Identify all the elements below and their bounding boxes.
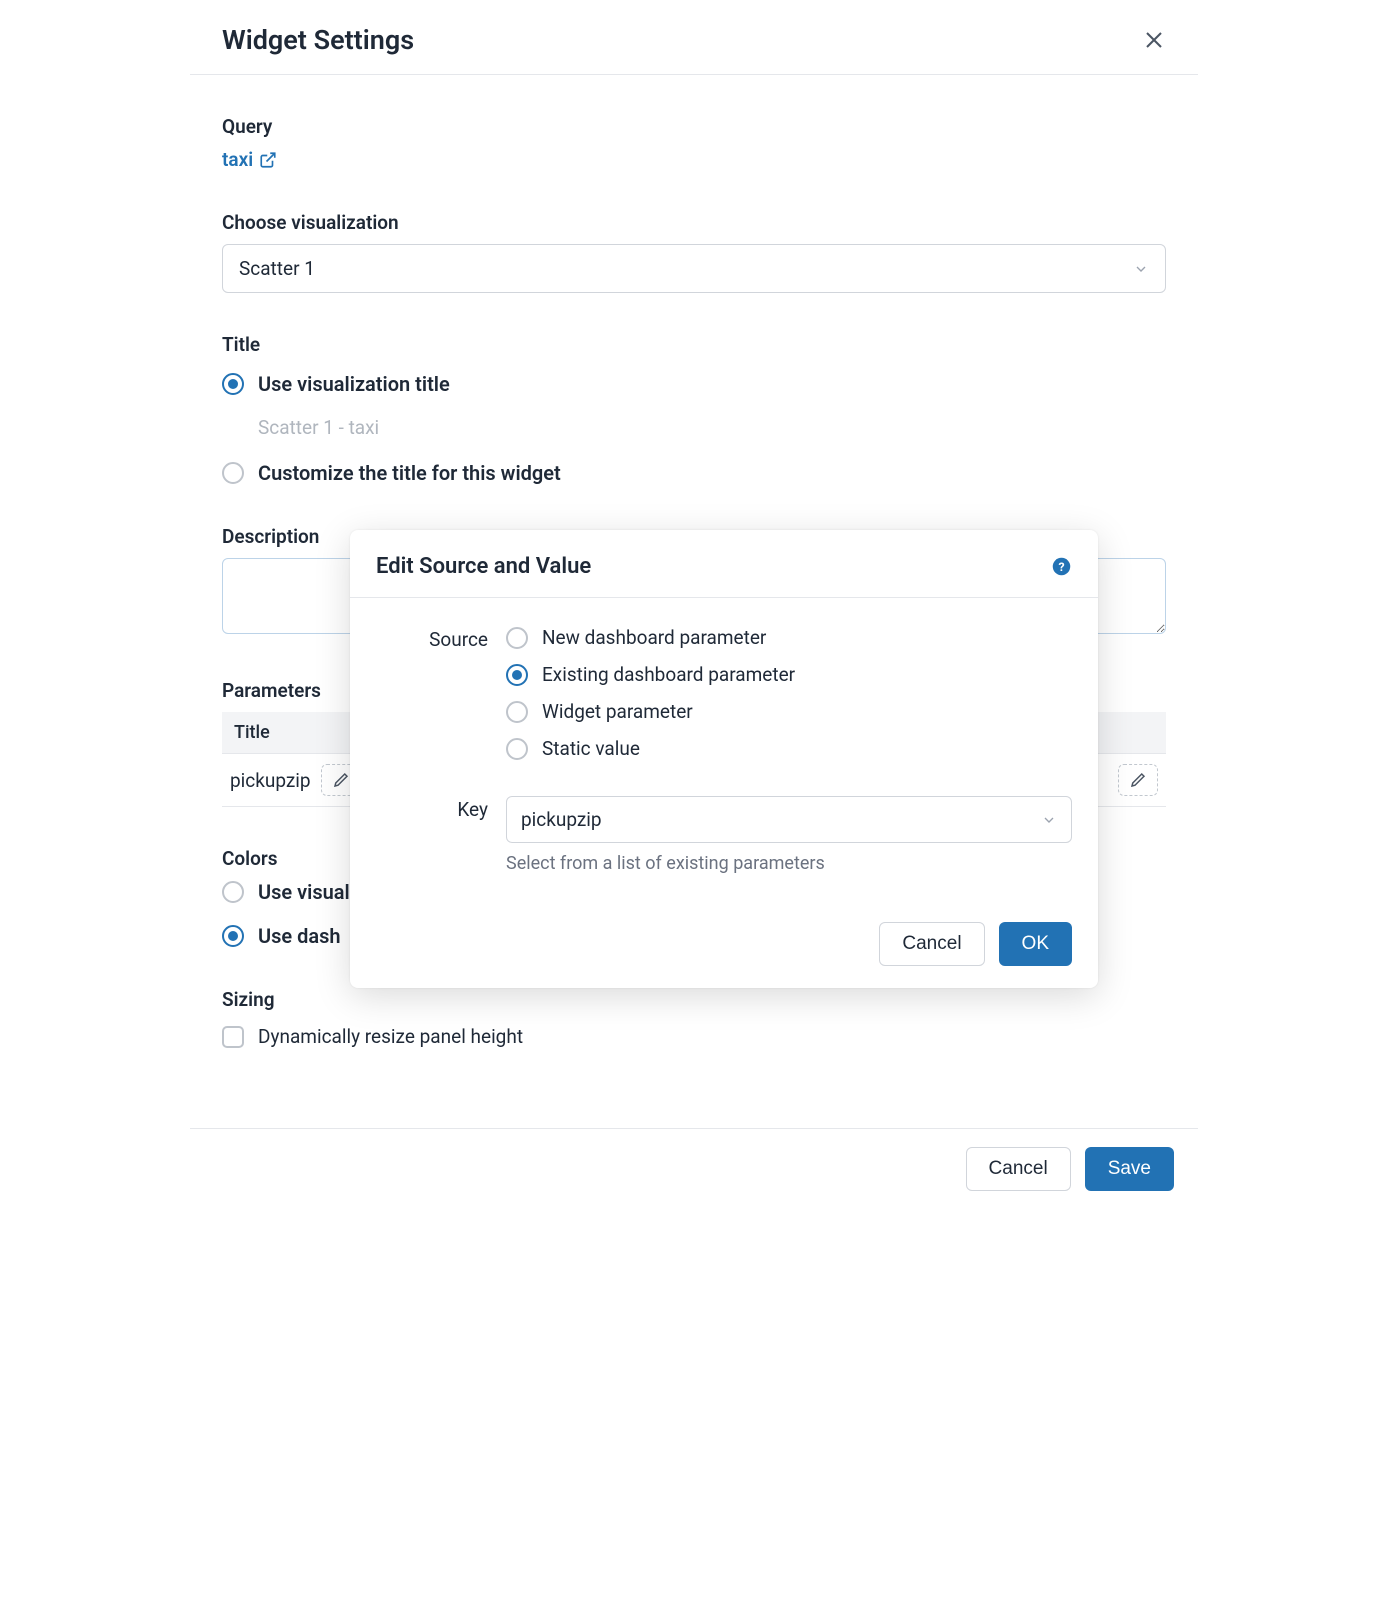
radio-customize-title-label: Customize the title for this widget	[258, 461, 561, 485]
dynamic-resize-label: Dynamically resize panel height	[258, 1025, 523, 1048]
svg-text:?: ?	[1058, 560, 1064, 574]
radio-source-static[interactable]	[506, 738, 528, 760]
modal-ok-button[interactable]: OK	[999, 922, 1072, 966]
radio-customize-title[interactable]	[222, 462, 244, 484]
radio-source-existing-label: Existing dashboard parameter	[542, 663, 795, 686]
derived-title: Scatter 1 - taxi	[258, 416, 1166, 439]
source-label: Source	[376, 626, 506, 774]
sizing-label: Sizing	[222, 988, 1166, 1011]
query-label: Query	[222, 115, 1166, 138]
chevron-down-icon	[1041, 812, 1057, 828]
cancel-button[interactable]: Cancel	[966, 1147, 1071, 1191]
help-icon[interactable]: ?	[1051, 556, 1072, 577]
radio-colors-visual-label: Use visual	[258, 880, 350, 904]
radio-source-widget-label: Widget parameter	[542, 700, 693, 723]
save-button[interactable]: Save	[1085, 1147, 1174, 1191]
radio-use-viz-title[interactable]	[222, 373, 244, 395]
radio-colors-visual[interactable]	[222, 881, 244, 903]
radio-source-new[interactable]	[506, 627, 528, 649]
radio-source-widget[interactable]	[506, 701, 528, 723]
pencil-icon	[332, 771, 350, 789]
key-select-value: pickupzip	[521, 808, 602, 831]
visualization-select[interactable]: Scatter 1	[222, 244, 1166, 293]
dynamic-resize-checkbox[interactable]	[222, 1026, 244, 1048]
radio-source-new-label: New dashboard parameter	[542, 626, 766, 649]
pencil-icon	[1129, 771, 1147, 789]
radio-colors-dashboard-label: Use dash	[258, 924, 341, 948]
key-helper-text: Select from a list of existing parameter…	[506, 853, 1072, 874]
external-link-icon	[259, 151, 277, 169]
visualization-label: Choose visualization	[222, 211, 1166, 234]
radio-source-existing[interactable]	[506, 664, 528, 686]
page-title: Widget Settings	[222, 24, 414, 56]
edit-parameter-button-right[interactable]	[1118, 764, 1158, 796]
title-label: Title	[222, 333, 1166, 356]
modal-cancel-button[interactable]: Cancel	[879, 922, 984, 966]
key-label: Key	[376, 796, 506, 874]
radio-use-viz-title-label: Use visualization title	[258, 372, 450, 396]
query-link[interactable]: taxi	[222, 148, 277, 171]
parameter-name: pickupzip	[230, 769, 311, 792]
modal-title: Edit Source and Value	[376, 554, 591, 579]
radio-colors-dashboard[interactable]	[222, 925, 244, 947]
query-link-text: taxi	[222, 148, 253, 171]
radio-source-static-label: Static value	[542, 737, 640, 760]
close-icon[interactable]	[1142, 28, 1166, 52]
key-select[interactable]: pickupzip	[506, 796, 1072, 843]
edit-source-modal: Edit Source and Value ? Source New dashb…	[350, 530, 1098, 988]
visualization-selected-text: Scatter 1	[239, 257, 315, 280]
chevron-down-icon	[1133, 261, 1149, 277]
